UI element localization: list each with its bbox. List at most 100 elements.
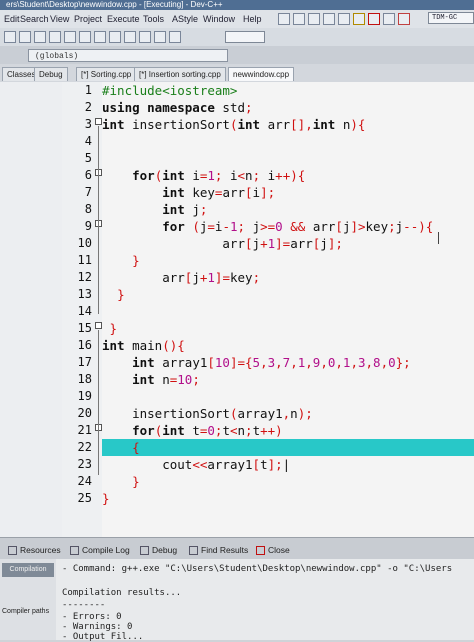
line-number: 23 bbox=[77, 457, 92, 471]
run-icon[interactable] bbox=[293, 13, 305, 25]
compile-log-icon bbox=[70, 545, 79, 555]
fold-guide bbox=[98, 126, 99, 314]
find-results-icon bbox=[189, 545, 198, 555]
menu-execute[interactable]: Execute bbox=[107, 14, 140, 24]
tabs-bar: Classes Debug [*] Sorting.cpp [*] Insert… bbox=[0, 64, 474, 82]
line-number: 13 bbox=[77, 287, 92, 301]
line-number: 4 bbox=[84, 134, 92, 148]
menu-window[interactable]: Window bbox=[203, 14, 235, 24]
code-line: int j; bbox=[162, 202, 208, 217]
line-number: 18 bbox=[77, 372, 92, 386]
find-icon[interactable] bbox=[124, 31, 136, 43]
line-number: 15 bbox=[77, 321, 92, 335]
log-line: - Errors: 0 bbox=[62, 612, 122, 622]
tab-resources-label: Resources bbox=[20, 545, 61, 555]
scope-select[interactable]: (globals) bbox=[28, 49, 228, 62]
code-line: cout<<array1[t];| bbox=[102, 457, 291, 472]
line-number: 14 bbox=[77, 304, 92, 318]
tab-find-results[interactable]: Find Results bbox=[189, 543, 248, 557]
code-line: using namespace std; bbox=[102, 100, 253, 115]
fold-guide bbox=[98, 330, 99, 475]
tab-insertion-sorting[interactable]: [*] Insertion sorting.cpp bbox=[134, 67, 226, 81]
menu-view[interactable]: View bbox=[50, 14, 69, 24]
compiler-paths-label[interactable]: Compiler paths bbox=[2, 605, 54, 619]
menu-edit[interactable]: Edit bbox=[4, 14, 20, 24]
line-number: 20 bbox=[77, 406, 92, 420]
chart-icon[interactable] bbox=[383, 13, 395, 25]
line-number: 22 bbox=[77, 440, 92, 454]
debug-icon[interactable] bbox=[398, 13, 410, 25]
tab-find-results-label: Find Results bbox=[201, 545, 249, 555]
line-number: 8 bbox=[84, 202, 92, 216]
code-line: for(int t=0;t<n;t++) bbox=[132, 423, 283, 438]
menu-project[interactable]: Project bbox=[74, 14, 102, 24]
line-number: 1 bbox=[84, 83, 92, 97]
resources-icon bbox=[8, 545, 17, 555]
line-number: 19 bbox=[77, 389, 92, 403]
scope-bar: (globals) bbox=[0, 46, 474, 64]
code-line: { bbox=[132, 440, 140, 455]
open-file-icon[interactable] bbox=[19, 31, 31, 43]
tab-sorting[interactable]: [*] Sorting.cpp bbox=[76, 67, 137, 81]
line-number: 10 bbox=[77, 236, 92, 250]
new-file-icon[interactable] bbox=[4, 31, 16, 43]
tab-newwindow[interactable]: newwindow.cpp bbox=[228, 67, 295, 81]
menu-search[interactable]: Search bbox=[20, 14, 49, 24]
line-number: 9 bbox=[84, 219, 92, 233]
compilation-button[interactable]: Compilation bbox=[2, 563, 54, 577]
class-browser-panel[interactable] bbox=[0, 82, 63, 537]
redo-icon[interactable] bbox=[109, 31, 121, 43]
indent-icon[interactable] bbox=[169, 31, 181, 43]
code-line: arr[j+1]=arr[j]; bbox=[102, 236, 343, 251]
goto-icon[interactable] bbox=[154, 31, 166, 43]
undo-icon[interactable] bbox=[94, 31, 106, 43]
debug-check-icon bbox=[140, 545, 149, 555]
print-icon[interactable] bbox=[79, 31, 91, 43]
tab-debug-label: Debug bbox=[152, 545, 178, 555]
save-all-icon[interactable] bbox=[49, 31, 61, 43]
compile-run-icon[interactable] bbox=[308, 13, 320, 25]
line-number: 2 bbox=[84, 100, 92, 114]
code-line: int array1[10]={5,3,7,1,9,0,1,3,8,0}; bbox=[132, 355, 411, 370]
tab-debug-output[interactable]: Debug bbox=[140, 543, 177, 557]
window-title: ers\Student\Desktop\newwindow.cpp - [Exe… bbox=[0, 0, 474, 10]
code-line: insertionSort(array1,n); bbox=[102, 406, 313, 421]
menu-tools[interactable]: Tools bbox=[143, 14, 164, 24]
fold-toggle-icon[interactable] bbox=[95, 322, 102, 329]
code-editor[interactable]: #include<iostream> using namespace std; … bbox=[102, 82, 474, 537]
log-line: - Warnings: 0 bbox=[62, 622, 133, 632]
tab-debug[interactable]: Debug bbox=[34, 67, 68, 81]
grid-icon[interactable] bbox=[338, 13, 350, 25]
log-line: - Command: g++.exe "C:\Users\Student\Des… bbox=[62, 564, 453, 574]
save-icon[interactable] bbox=[34, 31, 46, 43]
line-number: 11 bbox=[77, 253, 92, 267]
line-number: 5 bbox=[84, 151, 92, 165]
fold-toggle-icon[interactable] bbox=[95, 118, 102, 125]
replace-icon[interactable] bbox=[139, 31, 151, 43]
code-line: } bbox=[102, 491, 110, 506]
log-line: -------- bbox=[62, 600, 106, 610]
menu-astyle[interactable]: AStyle bbox=[172, 14, 198, 24]
stop-icon[interactable] bbox=[368, 13, 380, 25]
rebuild-icon[interactable] bbox=[323, 13, 335, 25]
tab-resources[interactable]: Resources bbox=[8, 543, 61, 557]
code-line: } bbox=[109, 321, 118, 336]
code-line: } bbox=[132, 253, 140, 268]
code-line: int main(){ bbox=[102, 338, 185, 353]
project-select[interactable] bbox=[225, 31, 265, 43]
close-file-icon[interactable] bbox=[64, 31, 76, 43]
line-number: 7 bbox=[84, 185, 92, 199]
code-line: } bbox=[117, 287, 125, 302]
compile-icon[interactable] bbox=[278, 13, 290, 25]
code-line: int insertionSort(int arr[],int n){ bbox=[102, 117, 366, 132]
code-line: } bbox=[132, 474, 140, 489]
close-panel-button[interactable]: Close bbox=[256, 543, 290, 557]
code-line: for (j=i-1; j>=0 && arr[j]>key;j--){ bbox=[162, 219, 434, 234]
compiler-select[interactable]: TDM-GC bbox=[428, 12, 474, 24]
tab-compile-log[interactable]: Compile Log bbox=[70, 543, 130, 557]
check-icon[interactable] bbox=[353, 13, 365, 25]
menu-help[interactable]: Help bbox=[243, 14, 262, 24]
